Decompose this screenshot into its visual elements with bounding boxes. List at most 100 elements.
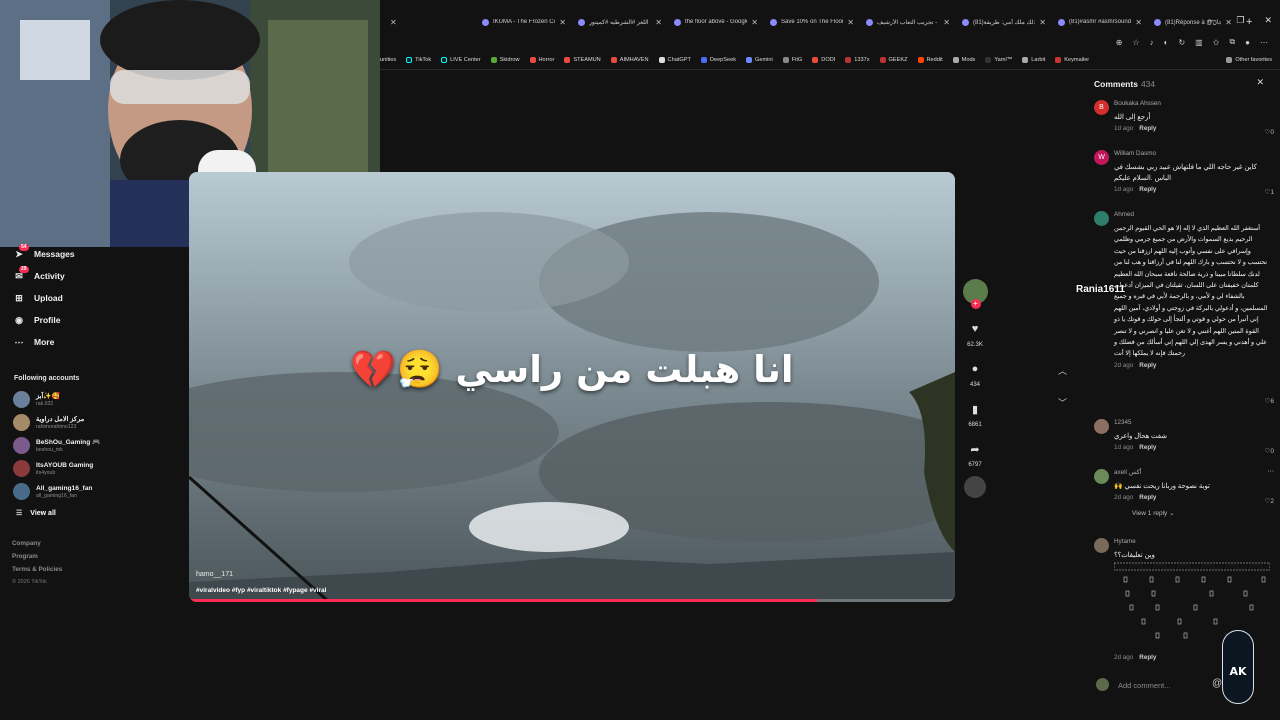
bookmark-item[interactable]: unities — [380, 57, 396, 63]
avatar[interactable]: B — [1094, 100, 1109, 115]
sidebar-item-upload[interactable]: ⊞ Upload — [0, 287, 188, 309]
avatar[interactable] — [1094, 211, 1109, 226]
refresh-icon[interactable]: ↻ — [1178, 38, 1185, 47]
bookmark-item[interactable]: Larbit — [1022, 57, 1045, 63]
comment-username[interactable]: William Dasmo — [1114, 150, 1270, 157]
bookmark-icon[interactable]: ▮ — [968, 402, 982, 416]
browser-tab[interactable]: اللغز #الشرطيه #كميتور ✕ — [572, 12, 668, 32]
like-action[interactable]: ♥ 62.3K — [967, 322, 983, 348]
reply-button[interactable]: Reply — [1139, 125, 1156, 132]
comment-like[interactable]: ♡1 — [1265, 188, 1274, 196]
bookmark-item[interactable]: DODI — [812, 57, 835, 63]
close-icon[interactable]: ✕ — [847, 18, 854, 27]
view-replies-button[interactable]: View 1 reply ⌄ — [1132, 509, 1270, 517]
browser-tab[interactable]: تجريب التعاب الأرشيف - ... ✕ — [860, 12, 956, 32]
reply-button[interactable]: Reply — [1139, 186, 1156, 193]
creator-avatar[interactable]: + — [962, 279, 988, 309]
following-account[interactable]: مركز الامل دراوية rahimorahimo123 — [0, 411, 188, 434]
sidebar-item-more[interactable]: ⋯ More — [0, 331, 188, 353]
footer-link-program[interactable]: Program — [12, 550, 188, 563]
following-account[interactable]: آبز✨🥰 rak.032 — [0, 388, 188, 411]
extension-icon[interactable]: ◐ — [1164, 38, 1169, 47]
bookmark-item[interactable]: Mods — [952, 57, 975, 63]
bookmark-item[interactable]: ChatGPT — [658, 57, 691, 63]
avatar[interactable] — [1094, 538, 1109, 553]
browser-tab[interactable]: (81)ذلك ملك أمي: طريقة ✕ — [956, 12, 1052, 32]
sidebar-item-activity[interactable]: ✉ 29 Activity — [0, 265, 188, 287]
browser-tab[interactable]: Save 10% on The Floor Al...✕ — [764, 12, 860, 32]
minimize-icon[interactable]: — — [1207, 15, 1216, 26]
bookmark-item[interactable]: GEEKZ — [879, 57, 908, 63]
chevron-down-icon[interactable]: ﹀ — [1058, 396, 1067, 409]
mention-icon[interactable]: @ — [1212, 678, 1222, 689]
close-icon[interactable]: ✕ — [390, 18, 397, 27]
video-progress-bar[interactable] — [189, 599, 955, 602]
bookmark-item[interactable]: Reddit — [917, 57, 943, 63]
maximize-icon[interactable]: ❐ — [1236, 15, 1244, 26]
comment-username[interactable]: 12345 — [1114, 419, 1270, 426]
sound-avatar[interactable] — [964, 476, 986, 498]
comment-like[interactable]: ♡0 — [1265, 447, 1274, 455]
close-icon[interactable]: ✕ — [559, 18, 566, 27]
browser-tab[interactable]: (81)#asmr #asmrsounds ✕ — [1052, 12, 1148, 32]
reply-button[interactable]: Reply — [1139, 362, 1156, 369]
more-options-icon[interactable]: ⋯ — [1268, 467, 1275, 475]
heart-icon[interactable]: ♥ — [968, 322, 982, 336]
bookmark-item[interactable]: TikTok — [406, 57, 431, 63]
share-icon[interactable]: ➦ — [968, 442, 982, 456]
browser-tab[interactable]: IKUMA - The Frozen Cor... ✕ — [476, 12, 572, 32]
comment-icon[interactable]: ● — [968, 362, 982, 376]
bookmark-item[interactable]: Keymailer — [1055, 57, 1089, 63]
video-hashtags[interactable]: #viralvideo #fyp #viraltiktok #fypage #v… — [196, 587, 326, 594]
bookmark-item[interactable]: AIMHAVEN — [610, 57, 649, 63]
comment-action[interactable]: ● 434 — [968, 362, 982, 388]
comment-username[interactable]: axell أكس — [1114, 469, 1270, 476]
following-account[interactable]: BeShOu_Gaming 🎮 beshou_mk — [0, 434, 188, 457]
footer-link-company[interactable]: Company — [12, 537, 188, 550]
following-account[interactable]: ItsAYOUB Gaming its4youb — [0, 457, 188, 480]
share-action[interactable]: ➦ 6797 — [968, 442, 982, 469]
favorites-icon[interactable]: ✩ — [1213, 38, 1220, 47]
add-comment-input[interactable]: Add comment... — [1118, 681, 1171, 690]
bookmark-item[interactable]: DeepSeek — [700, 57, 736, 63]
profile-icon[interactable]: ● — [1245, 38, 1250, 47]
close-icon[interactable]: ✕ — [1135, 18, 1142, 27]
close-icon[interactable]: ✕ — [943, 18, 950, 27]
reply-button[interactable]: Reply — [1139, 654, 1156, 661]
comment-username[interactable]: Ahmed — [1114, 211, 1270, 218]
bookmark-item[interactable]: Gemini — [746, 57, 773, 63]
close-icon[interactable]: ✕ — [655, 18, 662, 27]
comment-like[interactable]: ♡6 — [1265, 397, 1274, 405]
close-icon[interactable]: ✕ — [751, 18, 758, 27]
close-icon[interactable]: ✕ — [1039, 18, 1046, 27]
close-icon[interactable]: ✕ — [1256, 77, 1264, 88]
close-window-icon[interactable]: ✕ — [1264, 15, 1272, 26]
bookmark-item[interactable]: Horror — [529, 57, 554, 63]
browser-tab[interactable]: the floor above - Google ✕ — [668, 12, 764, 32]
avatar[interactable]: W — [1094, 150, 1109, 165]
comment-username[interactable]: Boukaka Ahssen — [1114, 100, 1270, 107]
avatar[interactable] — [1094, 419, 1109, 434]
footer-link-terms[interactable]: Terms & Policies — [12, 563, 188, 576]
star-icon[interactable]: ☆ — [1132, 38, 1139, 47]
video-player[interactable]: انا هبلت من راسي 😮‍💨💔 hamo__171 #viralvi… — [189, 172, 955, 602]
bookmark-item[interactable]: FitG — [782, 57, 802, 63]
reply-button[interactable]: Reply — [1139, 494, 1156, 501]
bookmark-item[interactable]: Yaml™ — [985, 57, 1012, 63]
bookmark-item[interactable]: STEAMUN — [564, 57, 601, 63]
bookmark-item[interactable]: LIVE Center — [441, 57, 481, 63]
sidebar-item-profile[interactable]: ◉ Profile — [0, 309, 188, 331]
bookmark-item[interactable]: 1337x — [845, 57, 870, 63]
menu-icon[interactable]: ⋯ — [1260, 38, 1268, 47]
browser-tab[interactable]: ✕ — [380, 12, 476, 32]
sidebar-item-messages[interactable]: ➤ 54 Messages — [0, 243, 188, 265]
split-screen-icon[interactable]: ▥ — [1195, 38, 1203, 47]
video-username[interactable]: hamo__171 — [196, 571, 233, 578]
view-all-button[interactable]: ☰ View all — [0, 509, 188, 518]
following-account[interactable]: All_gaming16_fan all_gaming16_fan — [0, 480, 188, 503]
bookmark-item[interactable]: Skidrow — [490, 57, 520, 63]
comment-username[interactable]: Hytame — [1114, 538, 1270, 545]
reply-button[interactable]: Reply — [1139, 444, 1156, 451]
chevron-up-icon[interactable]: ︿ — [1058, 364, 1067, 377]
zoom-icon[interactable]: ⊕ — [1116, 38, 1123, 47]
